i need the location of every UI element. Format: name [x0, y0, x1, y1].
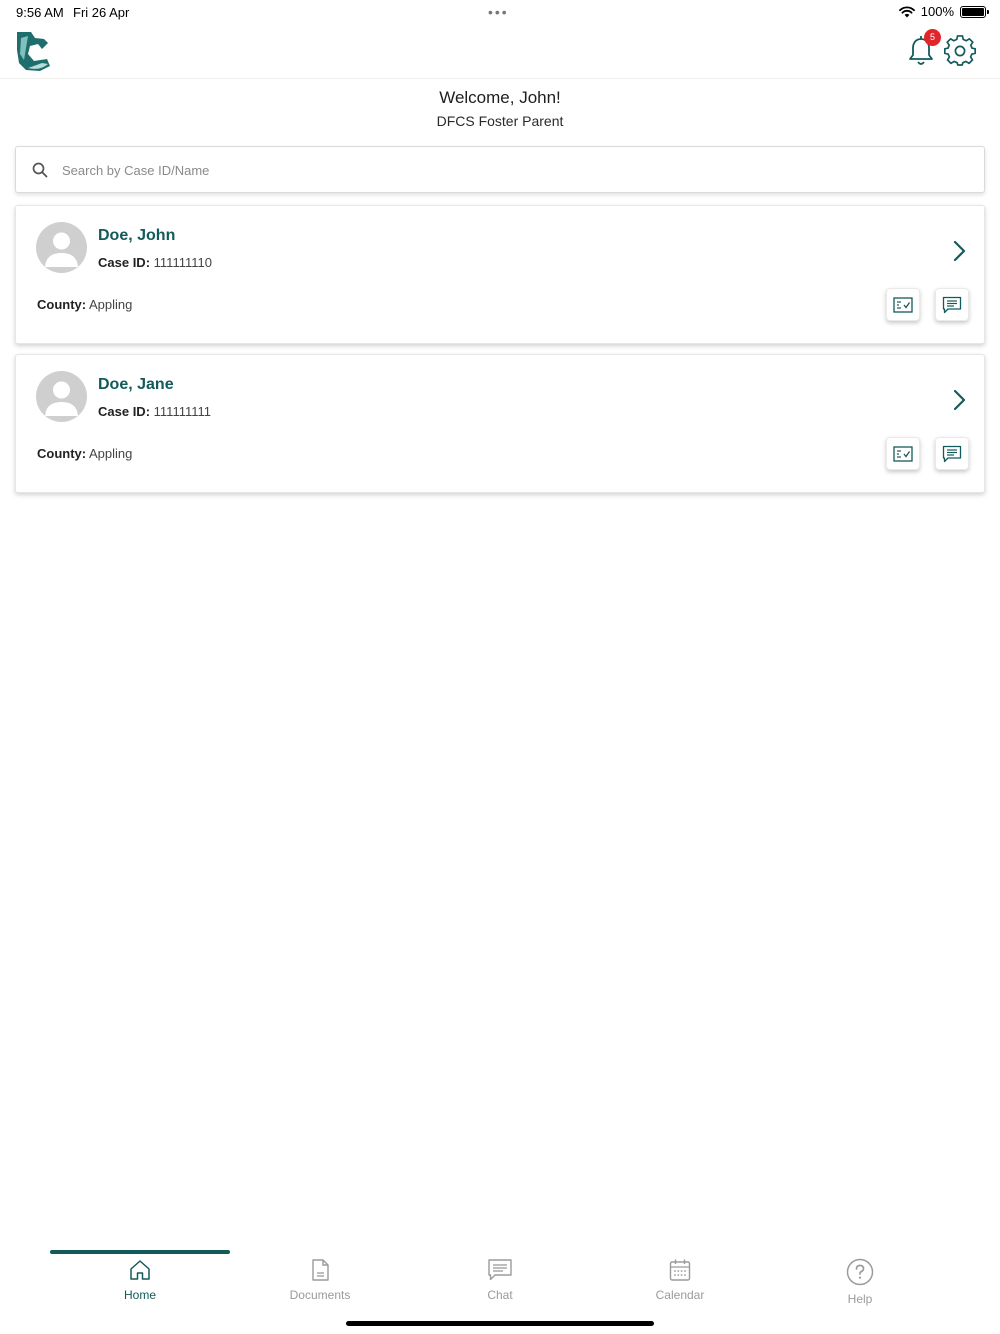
avatar [36, 222, 87, 273]
tab-label: Help [847, 1292, 873, 1306]
case-county: County: Appling [37, 297, 132, 312]
tab-home[interactable]: Home [50, 1258, 230, 1314]
bottom-tab-bar: Home Documents Chat Calendar Help [0, 1240, 1000, 1320]
battery-percent: 100% [920, 4, 954, 19]
message-icon [942, 296, 962, 313]
county-value: Appling [89, 297, 133, 312]
case-id-value: 111111111 [153, 404, 212, 419]
case-name: Doe, John [98, 227, 176, 244]
tab-label: Calendar [655, 1288, 705, 1302]
status-time: 9:56 AM [16, 5, 64, 20]
tab-label: Documents [289, 1288, 351, 1302]
case-county: County: Appling [37, 446, 132, 461]
help-icon [846, 1258, 874, 1286]
app-logo-icon [17, 32, 50, 71]
app-screen: 9:56 AM Fri 26 Apr ••• 100% 5 Welcome, J… [0, 0, 1000, 1334]
user-placeholder-icon [45, 232, 78, 267]
settings-button[interactable] [943, 35, 977, 67]
search-input[interactable] [62, 155, 962, 185]
search-icon [32, 162, 48, 178]
user-role: DFCS Foster Parent [436, 113, 564, 129]
message-button[interactable] [935, 437, 969, 470]
checklist-icon [893, 296, 913, 313]
user-placeholder-icon [45, 381, 78, 416]
multitasking-dots-icon[interactable]: ••• [488, 4, 509, 20]
case-card[interactable]: Doe, John Case ID: 111111110 County: App… [15, 205, 985, 344]
notification-badge: 5 [924, 29, 941, 46]
notifications-button[interactable]: 5 [906, 29, 941, 68]
home-icon [130, 1260, 150, 1280]
avatar [36, 371, 87, 422]
chat-icon [488, 1259, 512, 1281]
tab-label: Home [123, 1288, 156, 1302]
chevron-right-icon[interactable] [950, 239, 968, 263]
welcome-greeting: Welcome, John! [439, 88, 561, 107]
document-icon [312, 1259, 329, 1281]
checklist-button[interactable] [886, 437, 920, 470]
case-id-value: 111111110 [153, 255, 212, 270]
case-card[interactable]: Doe, Jane Case ID: 111111111 County: App… [15, 354, 985, 493]
search-bar[interactable] [15, 146, 985, 193]
home-indicator[interactable] [346, 1321, 654, 1326]
county-value: Appling [89, 446, 133, 461]
case-id: Case ID: 111111111 [98, 404, 211, 419]
message-icon [942, 445, 962, 462]
case-id: Case ID: 111111110 [98, 255, 212, 270]
checklist-icon [893, 445, 913, 462]
case-id-label: Case ID: [98, 255, 151, 270]
county-label: County: [37, 446, 87, 461]
tab-chat[interactable]: Chat [410, 1258, 590, 1314]
tab-help[interactable]: Help [770, 1258, 950, 1314]
tab-calendar[interactable]: Calendar [590, 1258, 770, 1314]
message-button[interactable] [935, 288, 969, 321]
wifi-icon [898, 5, 915, 17]
status-indicators: 100% [898, 4, 989, 19]
tab-label: Chat [487, 1288, 513, 1302]
case-id-label: Case ID: [98, 404, 151, 419]
tab-documents[interactable]: Documents [230, 1258, 410, 1314]
battery-icon [960, 5, 989, 18]
checklist-button[interactable] [886, 288, 920, 321]
calendar-icon [669, 1259, 691, 1281]
gear-icon [943, 35, 977, 66]
active-tab-indicator [50, 1250, 230, 1254]
status-date: Fri 26 Apr [73, 5, 130, 20]
case-name: Doe, Jane [98, 376, 174, 393]
status-bar: 9:56 AM Fri 26 Apr ••• 100% [0, 0, 1000, 24]
chevron-right-icon[interactable] [950, 388, 968, 412]
app-header: 5 [0, 24, 1000, 79]
county-label: County: [37, 297, 87, 312]
